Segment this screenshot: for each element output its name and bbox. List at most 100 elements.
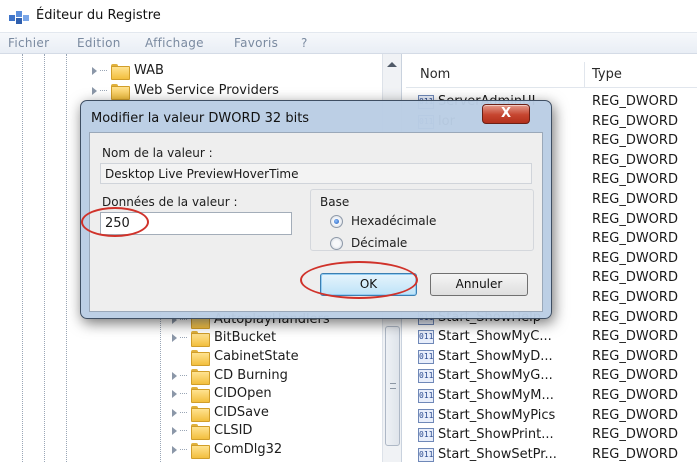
list-row[interactable]: 011 Start_ShowPrint... REG_DWORD [406, 425, 697, 445]
tree-item-cabinetstate[interactable]: CabinetState [170, 347, 299, 366]
tree-item-web-service-providers[interactable]: Web Service Providers [90, 81, 279, 100]
annotation-circle-value [81, 207, 149, 237]
tree-item-cidopen[interactable]: CIDOpen [170, 384, 272, 403]
menu-edition[interactable]: Edition [77, 36, 121, 50]
list-row-name: Start_ShowMyPics [438, 408, 556, 423]
list-row-type: REG_DWORD [592, 349, 678, 364]
folder-icon [191, 423, 210, 440]
tree-guide-line [66, 54, 67, 462]
list-row[interactable]: 011 Start_ShowMyPics REG_DWORD [406, 406, 697, 426]
radio-hexadecimal[interactable] [330, 215, 343, 228]
folder-icon [191, 386, 210, 403]
expand-arrow-icon[interactable] [170, 426, 187, 436]
menu-help[interactable]: ? [301, 36, 308, 50]
folder-icon [191, 349, 210, 366]
dword-value-icon: 011 [418, 428, 434, 442]
list-row-type: REG_DWORD [592, 94, 678, 109]
menu-affichage[interactable]: Affichage [145, 36, 204, 50]
tree-item-label: CD Burning [214, 368, 288, 383]
list-row-type: REG_DWORD [592, 133, 678, 148]
folder-icon [111, 83, 130, 100]
tree-item-clsid[interactable]: CLSID [170, 421, 252, 440]
tree-item-bitbucket[interactable]: BitBucket [170, 328, 276, 347]
radio-decimal[interactable] [330, 237, 343, 250]
tree-guide-line [160, 304, 161, 462]
dialog-title: Modifier la valeur DWORD 32 bits [91, 111, 310, 126]
tree-item-label: CabinetState [214, 349, 299, 364]
scroll-up-icon[interactable] [387, 62, 397, 67]
base-label: Base [318, 195, 352, 209]
list-row-type: REG_DWORD [592, 290, 678, 305]
list-row-type: REG_DWORD [592, 114, 678, 129]
menu-favoris[interactable]: Favoris [234, 36, 278, 50]
list-row[interactable]: 011 Start_ShowMyC... REG_DWORD [406, 327, 697, 347]
window-title: Éditeur du Registre [36, 8, 161, 23]
tree-item-label: BitBucket [214, 330, 277, 345]
annotation-circle-ok [300, 261, 418, 299]
radio-hexadecimal-label[interactable]: Hexadécimale [351, 214, 436, 228]
tree-guide-line [44, 54, 45, 462]
list-row[interactable]: 011 Start_ShowMyD... REG_DWORD [406, 347, 697, 367]
cancel-button[interactable]: Annuler [430, 273, 528, 296]
list-row-type: REG_DWORD [592, 447, 678, 462]
radio-decimal-label[interactable]: Décimale [351, 236, 407, 250]
expand-arrow-icon[interactable] [170, 371, 187, 381]
column-header-name[interactable]: Nom [420, 67, 450, 82]
tree-item-cidsave[interactable]: CIDSave [170, 403, 269, 422]
list-row-name: Start_ShowPrint... [438, 427, 554, 442]
value-name-field: Desktop Live PreviewHoverTime [100, 163, 532, 184]
list-row-type: REG_DWORD [592, 329, 678, 344]
folder-icon [191, 405, 210, 422]
list-row[interactable]: 011 Start_ShowMyG... REG_DWORD [406, 366, 697, 386]
list-row-type: REG_DWORD [592, 212, 678, 227]
tree-item-label: CLSID [214, 423, 253, 438]
expand-arrow-icon[interactable] [170, 445, 187, 455]
list-row-name: Start_ShowSetPr... [438, 447, 557, 462]
list-row-type: REG_DWORD [592, 251, 678, 266]
folder-icon [111, 63, 130, 80]
value-name-label: Nom de la valeur : [102, 146, 213, 160]
list-row-type: REG_DWORD [592, 388, 678, 403]
list-row-name: Start_ShowMyD... [438, 349, 553, 364]
list-row-name: Start_ShowMyM... [438, 388, 554, 403]
tree-item-wab[interactable]: WAB [90, 61, 164, 80]
folder-icon [191, 368, 210, 385]
close-icon: X [501, 106, 512, 121]
expand-arrow-icon[interactable] [170, 408, 187, 418]
tree-item-label: WAB [134, 63, 164, 78]
title-bar: Éditeur du Registre [0, 0, 697, 32]
tree-item-label: CIDSave [214, 405, 269, 420]
tree-item-cd-burning[interactable]: CD Burning [170, 366, 288, 385]
folder-icon [191, 442, 210, 459]
dword-value-icon: 011 [418, 389, 434, 403]
column-header-type[interactable]: Type [592, 67, 622, 82]
list-row[interactable]: 011 Start_ShowSetPr... REG_DWORD [406, 445, 697, 462]
dword-value-icon: 011 [418, 409, 434, 423]
close-button[interactable]: X [482, 104, 530, 124]
tree-item-label: ComDlg32 [214, 442, 283, 457]
list-row-name: Start_ShowMyG... [438, 368, 553, 383]
column-separator[interactable] [584, 62, 585, 88]
menu-fichier[interactable]: Fichier [8, 36, 49, 50]
scroll-thumb[interactable] [385, 326, 400, 446]
registry-editor-icon [9, 11, 29, 24]
list-row-type: REG_DWORD [592, 408, 678, 423]
expand-arrow-icon[interactable] [90, 86, 107, 96]
list-header: Nom Type [406, 62, 697, 88]
expand-arrow-icon[interactable] [170, 333, 187, 343]
menu-bar: Fichier Edition Affichage Favoris ? [0, 32, 697, 54]
list-row-type: REG_DWORD [592, 192, 678, 207]
list-row-type: REG_DWORD [592, 310, 678, 325]
dword-value-icon: 011 [418, 369, 434, 383]
expand-arrow-icon[interactable] [90, 66, 107, 76]
list-row[interactable]: 011 Start_ShowMyM... REG_DWORD [406, 386, 697, 406]
list-row-type: REG_DWORD [592, 153, 678, 168]
tree-item-label: CIDOpen [214, 386, 272, 401]
expand-arrow-icon[interactable] [170, 389, 187, 399]
folder-icon [191, 330, 210, 347]
list-row-type: REG_DWORD [592, 368, 678, 383]
tree-guide-line [22, 54, 23, 462]
list-row-type: REG_DWORD [592, 270, 678, 285]
tree-item-label: Web Service Providers [134, 83, 279, 98]
tree-item-comdlg32[interactable]: ComDlg32 [170, 440, 282, 459]
